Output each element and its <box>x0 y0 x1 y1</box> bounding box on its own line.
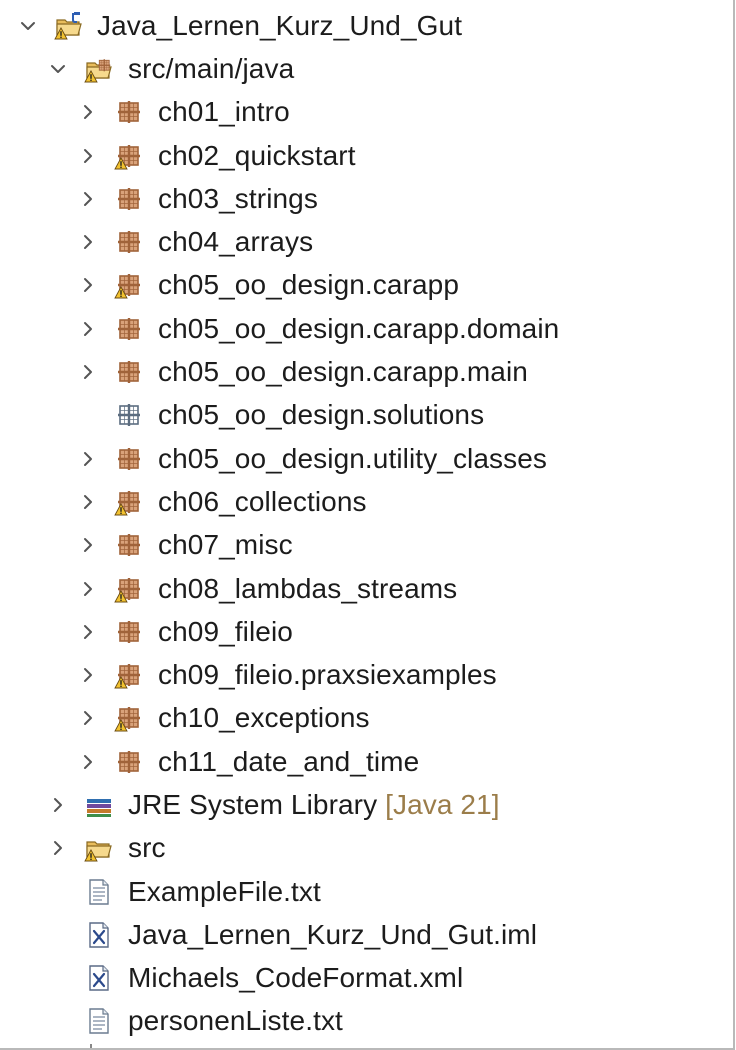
file-row[interactable]: ExampleFile.txt <box>0 870 733 913</box>
item-label: ch07_misc <box>158 529 293 561</box>
project-tree: Java_Lernen_Kurz_Und_Gut src/main/java c… <box>0 4 733 1043</box>
chevron-right-icon[interactable] <box>76 577 100 601</box>
package-row[interactable]: ch09_fileio <box>0 610 733 653</box>
chevron-down-icon[interactable] <box>46 57 70 81</box>
row-cut-edge <box>90 1044 92 1048</box>
package-icon <box>114 747 144 777</box>
chevron-right-icon[interactable] <box>76 447 100 471</box>
chevron-right-icon[interactable] <box>76 273 100 297</box>
chevron-right-icon[interactable] <box>76 490 100 514</box>
chevron-right-icon[interactable] <box>46 793 70 817</box>
library-icon <box>84 790 114 820</box>
item-label: ExampleFile.txt <box>128 875 321 907</box>
package-row[interactable]: ch05_oo_design.carapp <box>0 264 733 307</box>
item-label: Java_Lernen_Kurz_Und_Gut <box>97 9 463 41</box>
item-label: Michaels_CodeFormat.xml <box>128 962 464 994</box>
source-folder-warning-icon <box>84 54 114 84</box>
item-label: ch08_lambdas_streams <box>158 572 458 604</box>
package-icon <box>114 617 144 647</box>
item-label: ch01_intro <box>158 96 290 128</box>
item-label: ch05_oo_design.carapp <box>158 269 460 301</box>
package-row[interactable]: ch02_quickstart <box>0 134 733 177</box>
package-icon <box>114 444 144 474</box>
item-label: ch02_quickstart <box>158 139 356 171</box>
package-warning-icon <box>114 141 144 171</box>
package-icon <box>114 357 144 387</box>
project-row[interactable]: Java_Lernen_Kurz_Und_Gut <box>0 4 733 47</box>
package-warning-icon <box>114 703 144 733</box>
file-row[interactable]: Java_Lernen_Kurz_Und_Gut.iml <box>0 913 733 956</box>
package-icon <box>114 530 144 560</box>
package-row[interactable]: ch05_oo_design.carapp.domain <box>0 307 733 350</box>
package-row[interactable]: ch07_misc <box>0 524 733 567</box>
chevron-down-icon[interactable] <box>16 14 40 38</box>
package-explorer: Java_Lernen_Kurz_Und_Gut src/main/java c… <box>0 0 735 1050</box>
item-label: ch04_arrays <box>158 226 314 258</box>
package-row[interactable]: ch05_oo_design.carapp.main <box>0 350 733 393</box>
package-row[interactable]: ch08_lambdas_streams <box>0 567 733 610</box>
chevron-right-icon[interactable] <box>76 144 100 168</box>
text-file-icon <box>84 1006 114 1036</box>
item-label: Java_Lernen_Kurz_Und_Gut.iml <box>128 918 538 950</box>
text-file-icon <box>84 877 114 907</box>
file-row[interactable]: personenListe.txt <box>0 1000 733 1043</box>
package-row[interactable]: ch05_oo_design.utility_classes <box>0 437 733 480</box>
chevron-right-icon[interactable] <box>76 187 100 211</box>
chevron-right-icon[interactable] <box>76 533 100 557</box>
item-label: personenListe.txt <box>128 1005 343 1037</box>
chevron-right-icon[interactable] <box>76 663 100 687</box>
chevron-right-icon[interactable] <box>46 836 70 860</box>
package-row[interactable]: ch09_fileio.praxsiexamples <box>0 653 733 696</box>
package-row[interactable]: ch01_intro <box>0 91 733 134</box>
java-project-warning-icon <box>54 11 84 41</box>
package-row[interactable]: ch10_exceptions <box>0 697 733 740</box>
folder-row[interactable]: src <box>0 827 733 870</box>
chevron-right-icon[interactable] <box>76 706 100 730</box>
package-row[interactable]: ch05_oo_design.solutions <box>0 394 733 437</box>
item-label: src/main/java <box>128 52 295 84</box>
item-label: ch05_oo_design.solutions <box>158 399 485 431</box>
folder-warning-icon <box>84 833 114 863</box>
item-label: ch03_strings <box>158 182 318 214</box>
package-row[interactable]: ch04_arrays <box>0 220 733 263</box>
library-version-decoration: [Java 21] <box>385 788 500 820</box>
package-row[interactable]: ch03_strings <box>0 177 733 220</box>
item-label: ch06_collections <box>158 485 367 517</box>
xml-file-icon <box>84 963 114 993</box>
item-label: ch05_oo_design.carapp.main <box>158 356 528 388</box>
package-icon <box>114 184 144 214</box>
item-label: ch05_oo_design.carapp.domain <box>158 312 560 344</box>
chevron-right-icon[interactable] <box>76 100 100 124</box>
chevron-right-icon[interactable] <box>76 317 100 341</box>
item-label: src <box>128 832 166 864</box>
chevron-right-icon[interactable] <box>76 750 100 774</box>
source-folder-row[interactable]: src/main/java <box>0 47 733 90</box>
package-row[interactable]: ch11_date_and_time <box>0 740 733 783</box>
chevron-right-icon[interactable] <box>76 360 100 384</box>
item-label: ch10_exceptions <box>158 702 370 734</box>
item-label: ch05_oo_design.utility_classes <box>158 442 548 474</box>
package-icon <box>114 227 144 257</box>
package-warning-icon <box>114 574 144 604</box>
empty-package-icon <box>114 400 144 430</box>
item-label: ch09_fileio <box>158 615 293 647</box>
package-warning-icon <box>114 270 144 300</box>
item-label: ch09_fileio.praxsiexamples <box>158 659 497 691</box>
package-icon <box>114 97 144 127</box>
item-label: ch11_date_and_time <box>158 745 420 777</box>
item-label: JRE System Library <box>128 788 378 820</box>
library-row[interactable]: JRE System Library [Java 21] <box>0 783 733 826</box>
chevron-right-icon[interactable] <box>76 620 100 644</box>
xml-file-icon <box>84 920 114 950</box>
package-warning-icon <box>114 487 144 517</box>
package-icon <box>114 314 144 344</box>
file-row[interactable]: Michaels_CodeFormat.xml <box>0 957 733 1000</box>
chevron-right-icon[interactable] <box>76 230 100 254</box>
package-row[interactable]: ch06_collections <box>0 480 733 523</box>
package-warning-icon <box>114 660 144 690</box>
